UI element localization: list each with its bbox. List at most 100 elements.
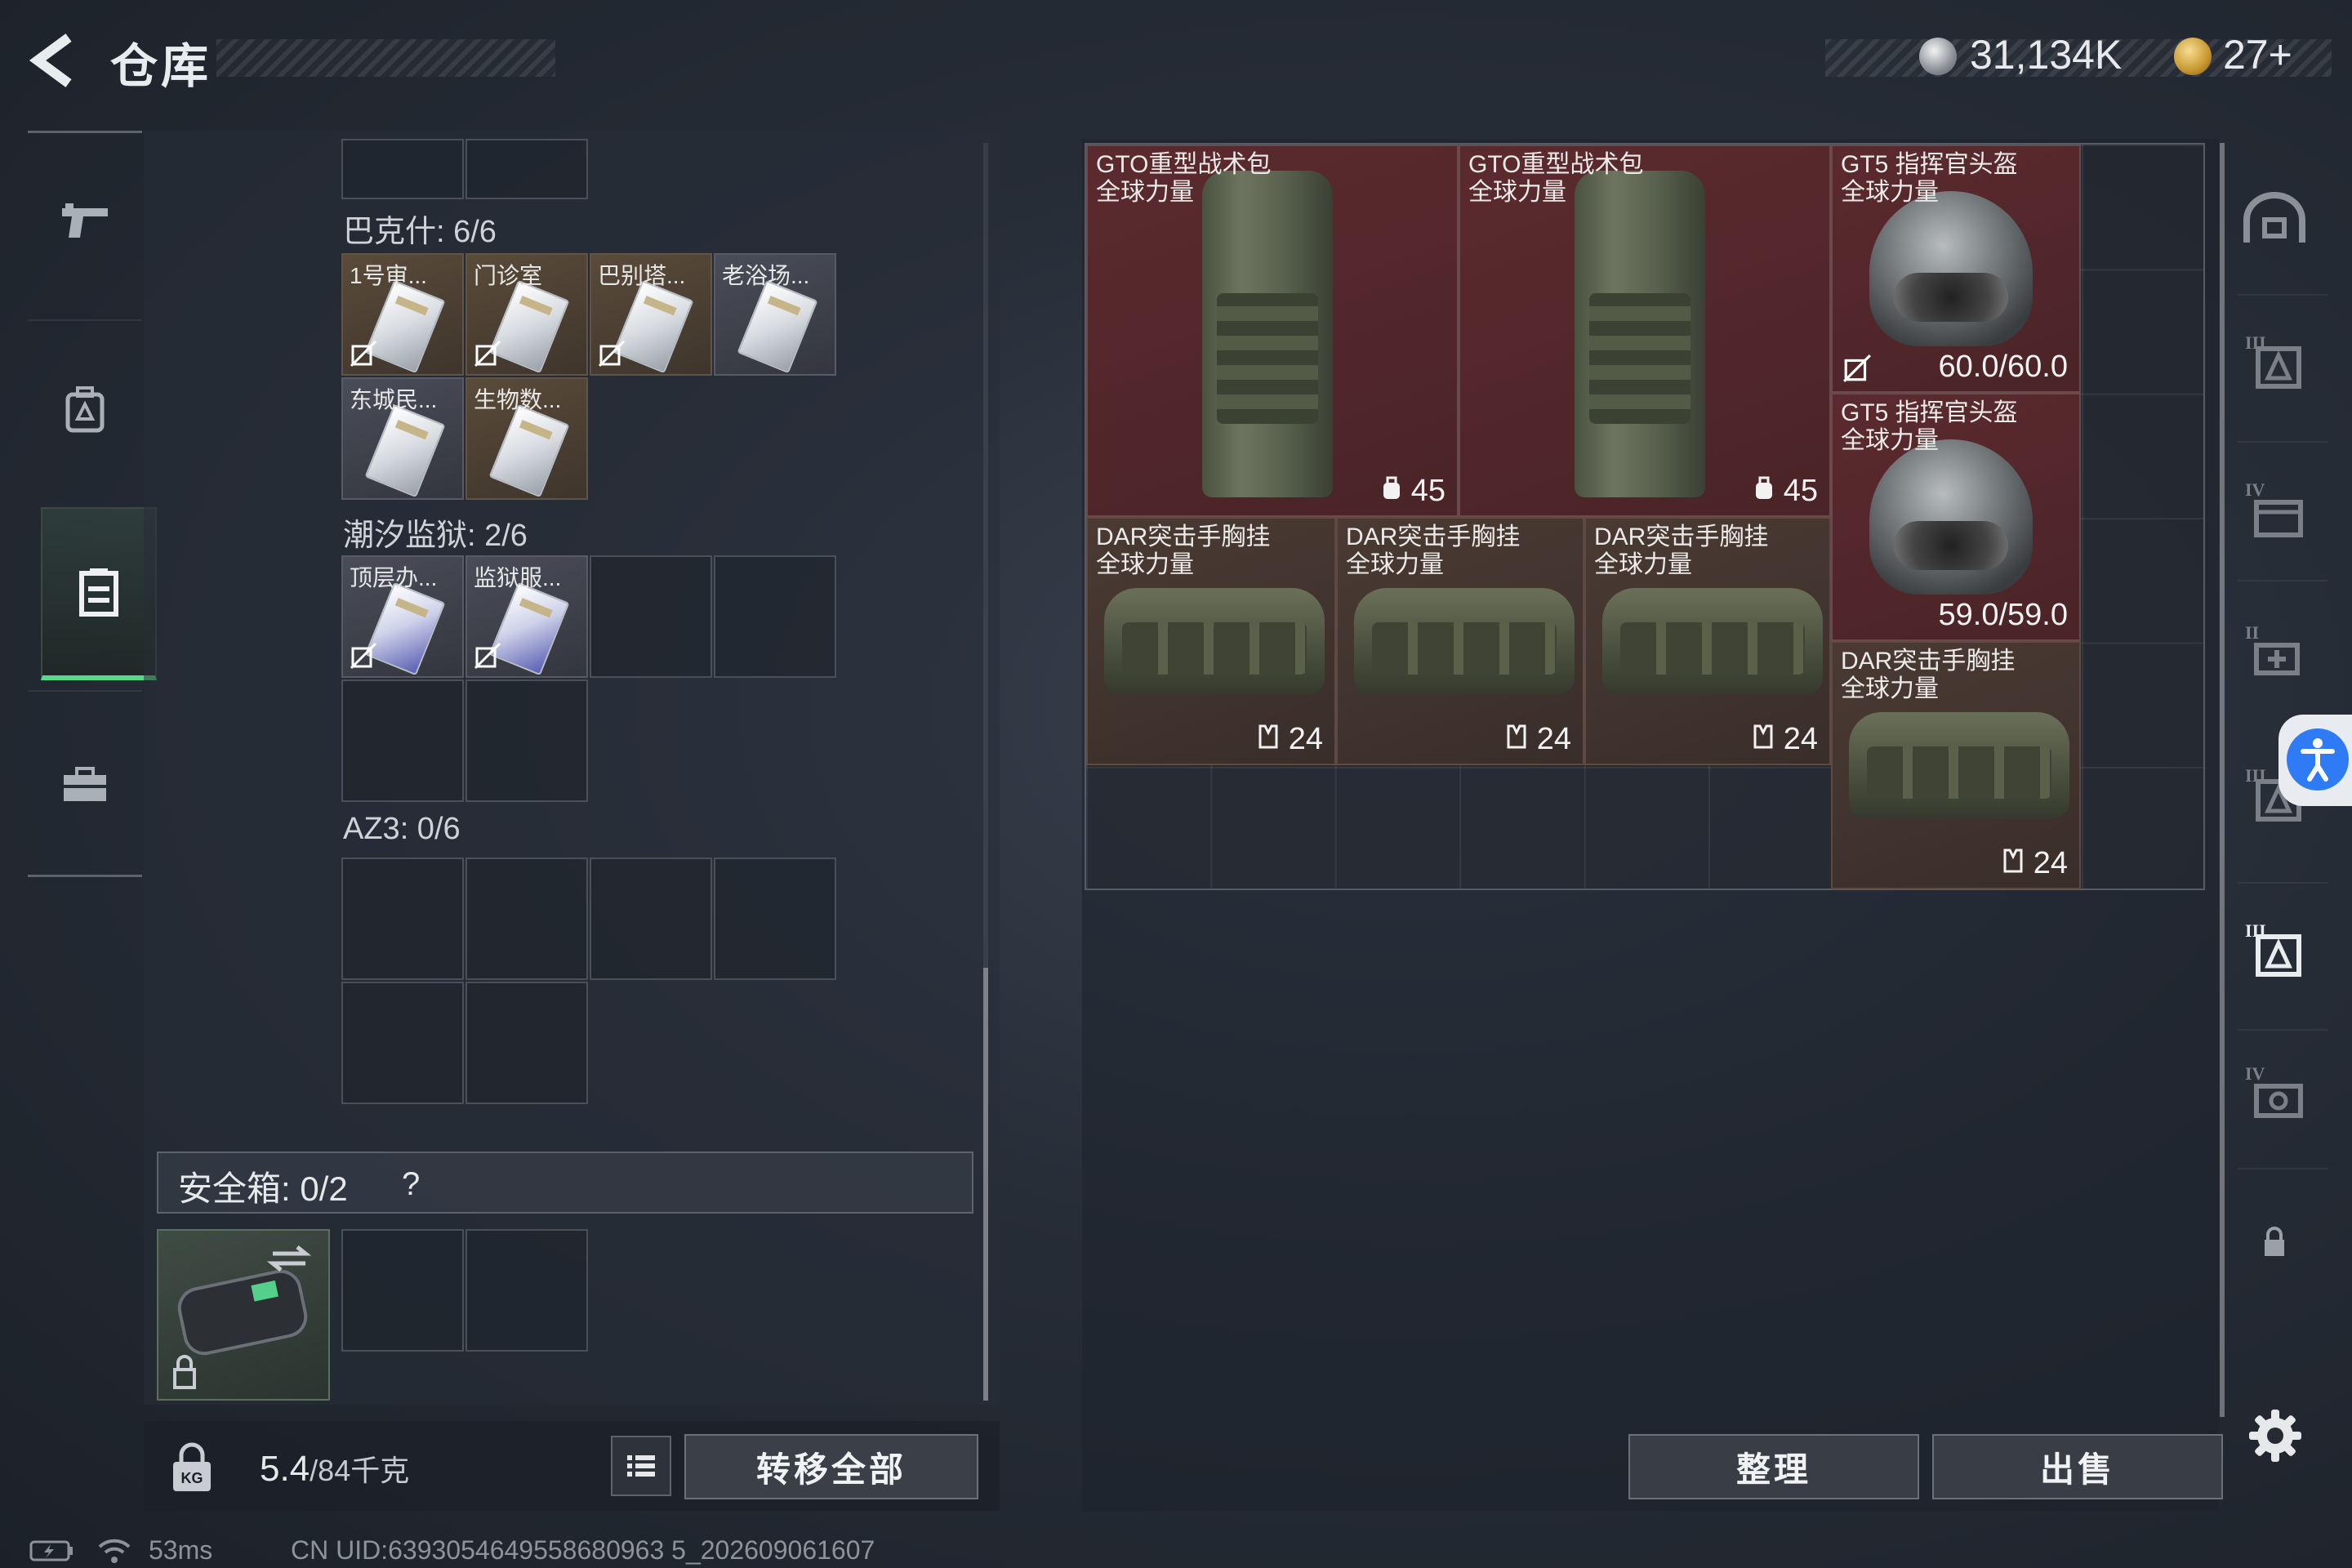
helmet-item[interactable]: GT5 指挥官头盔 全球力量 59.0/59.0 bbox=[1831, 393, 2081, 641]
safe-container-icon bbox=[173, 1245, 312, 1389]
filter-medkit-lv2[interactable]: II bbox=[2221, 604, 2328, 702]
title-decoration bbox=[216, 39, 555, 77]
keycard-item[interactable]: 顶层办... bbox=[341, 555, 464, 678]
durability-stat: 60.0/60.0 bbox=[1938, 350, 2068, 384]
nav-separator bbox=[2238, 1029, 2328, 1031]
safe-box-help-button[interactable]: ? bbox=[402, 1166, 434, 1202]
grid-cell[interactable] bbox=[341, 139, 464, 199]
nav-separator bbox=[2238, 882, 2328, 884]
wifi-icon bbox=[98, 1539, 131, 1563]
nav-vest[interactable] bbox=[41, 507, 157, 680]
no-trade-icon bbox=[1842, 354, 1872, 383]
chest-rig-item[interactable]: DAR突击手胸挂 全球力量 24 bbox=[1831, 641, 2081, 889]
filter-backpack-lv4[interactable]: IV bbox=[2221, 461, 2328, 559]
settings-button[interactable] bbox=[2246, 1406, 2305, 1465]
filter-gear-lv4[interactable]: IV bbox=[2221, 1045, 2328, 1143]
grid-cell[interactable] bbox=[341, 679, 464, 802]
grid-cell[interactable] bbox=[466, 982, 588, 1104]
grid-cell[interactable] bbox=[714, 555, 836, 678]
grid-cell[interactable] bbox=[590, 555, 712, 678]
nav-separator bbox=[2238, 1168, 2328, 1169]
keycard-icon bbox=[488, 403, 570, 498]
grid-cell[interactable] bbox=[341, 858, 464, 980]
nav-separator bbox=[28, 690, 142, 692]
nav-backpack[interactable] bbox=[28, 321, 142, 497]
item-label: 东城民... bbox=[350, 387, 438, 412]
filter-locked[interactable] bbox=[2221, 1192, 2328, 1290]
list-icon bbox=[627, 1455, 655, 1477]
filter-armor-lv3[interactable]: III bbox=[2221, 314, 2328, 412]
item-name: GTO重型战术包 全球力量 bbox=[1468, 151, 1644, 206]
keycard-item[interactable]: 老浴场... bbox=[714, 253, 836, 376]
nav-separator bbox=[2238, 294, 2328, 296]
gear-lv4-icon: IV bbox=[2245, 1063, 2303, 1118]
keycard-item[interactable]: 门诊室 bbox=[466, 253, 588, 376]
sort-button[interactable]: 整理 bbox=[1628, 1434, 1919, 1499]
item-label: 监狱服... bbox=[474, 565, 562, 590]
no-trade-icon bbox=[474, 642, 501, 670]
back-button[interactable] bbox=[24, 31, 90, 90]
gold-amount[interactable]: 27+ bbox=[2223, 31, 2292, 78]
grid-cell[interactable] bbox=[466, 858, 588, 980]
no-trade-icon bbox=[350, 340, 377, 368]
keycard-item[interactable]: 生物数... bbox=[466, 377, 588, 500]
backpack-image bbox=[1202, 171, 1333, 497]
capacity-stat: 45 bbox=[1753, 474, 1818, 509]
item-name: GT5 指挥官头盔 全球力量 bbox=[1841, 399, 2018, 454]
chest-rig-item[interactable]: DAR突击手胸挂 全球力量 24 bbox=[1336, 517, 1584, 765]
nav-weapon[interactable] bbox=[28, 133, 142, 309]
back-arrow-icon bbox=[29, 33, 72, 87]
keycard-item[interactable]: 1号审... bbox=[341, 253, 464, 376]
chest-rig-item[interactable]: DAR突击手胸挂 全球力量 24 bbox=[1086, 517, 1336, 765]
battery-icon bbox=[29, 1540, 73, 1561]
backpack-item[interactable]: GTO重型战术包 全球力量 45 bbox=[1459, 145, 1831, 517]
item-label: 生物数... bbox=[474, 387, 562, 412]
helmet-item[interactable]: GT5 指挥官头盔 全球力量 60.0/60.0 bbox=[1831, 145, 2081, 393]
section-label-az3: AZ3: 0/6 bbox=[343, 812, 461, 846]
grid-cell[interactable] bbox=[466, 139, 588, 199]
vest-small-icon bbox=[1507, 724, 1526, 749]
item-label: 顶层办... bbox=[350, 565, 438, 590]
no-trade-icon bbox=[598, 340, 626, 368]
silver-coin-icon bbox=[1919, 38, 1957, 75]
keycard-item[interactable]: 巴别塔... bbox=[590, 253, 712, 376]
medkit-lv2-icon: II bbox=[2245, 622, 2300, 675]
section-label-bakesh: 巴克什: 6/6 bbox=[343, 215, 497, 249]
list-view-button[interactable] bbox=[611, 1436, 671, 1496]
nav-case[interactable] bbox=[28, 697, 142, 872]
capacity-stat: 24 bbox=[1505, 722, 1571, 757]
vest-small-icon bbox=[1258, 724, 1278, 749]
item-name: DAR突击手胸挂 全球力量 bbox=[1594, 523, 1769, 578]
vest-small-icon bbox=[1753, 724, 1773, 749]
backpack-small-icon bbox=[1756, 476, 1773, 499]
chest-rig-image bbox=[1354, 588, 1575, 694]
briefcase-icon bbox=[64, 766, 106, 801]
grid-cell[interactable] bbox=[714, 858, 836, 980]
grid-cell[interactable] bbox=[590, 858, 712, 980]
item-name: DAR突击手胸挂 全球力量 bbox=[1346, 523, 1521, 578]
svg-text:IV: IV bbox=[2245, 479, 2265, 500]
chest-rig-item[interactable]: DAR突击手胸挂 全球力量 24 bbox=[1584, 517, 1831, 765]
safe-container-item[interactable] bbox=[157, 1229, 330, 1401]
backpack-icon bbox=[65, 385, 105, 432]
item-label: 老浴场... bbox=[722, 263, 810, 288]
vest-small-icon bbox=[2003, 849, 2023, 873]
left-scrollbar-thumb[interactable] bbox=[983, 968, 988, 1401]
grid-cell[interactable] bbox=[341, 982, 464, 1104]
grid-cell[interactable] bbox=[466, 679, 588, 802]
helmet-image bbox=[1869, 191, 2033, 346]
keycard-item[interactable]: 东城民... bbox=[341, 377, 464, 500]
chest-rig-image bbox=[1849, 712, 2069, 818]
gear-icon bbox=[2249, 1410, 2301, 1462]
backpack-item[interactable]: GTO重型战术包 全球力量 45 bbox=[1086, 145, 1459, 517]
filter-helmet[interactable] bbox=[2221, 172, 2328, 270]
safe-slot[interactable] bbox=[341, 1229, 464, 1352]
transfer-all-button[interactable]: 转移全部 bbox=[684, 1434, 978, 1499]
backpack-image bbox=[1575, 171, 1705, 497]
sell-button[interactable]: 出售 bbox=[1932, 1434, 2223, 1499]
filter-armor-lv3-active[interactable]: III bbox=[2221, 902, 2328, 1000]
keycard-item[interactable]: 监狱服... bbox=[466, 555, 588, 678]
capacity-stat: 24 bbox=[1752, 722, 1818, 757]
safe-slot[interactable] bbox=[466, 1229, 588, 1352]
capacity-stat: 45 bbox=[1381, 474, 1446, 509]
